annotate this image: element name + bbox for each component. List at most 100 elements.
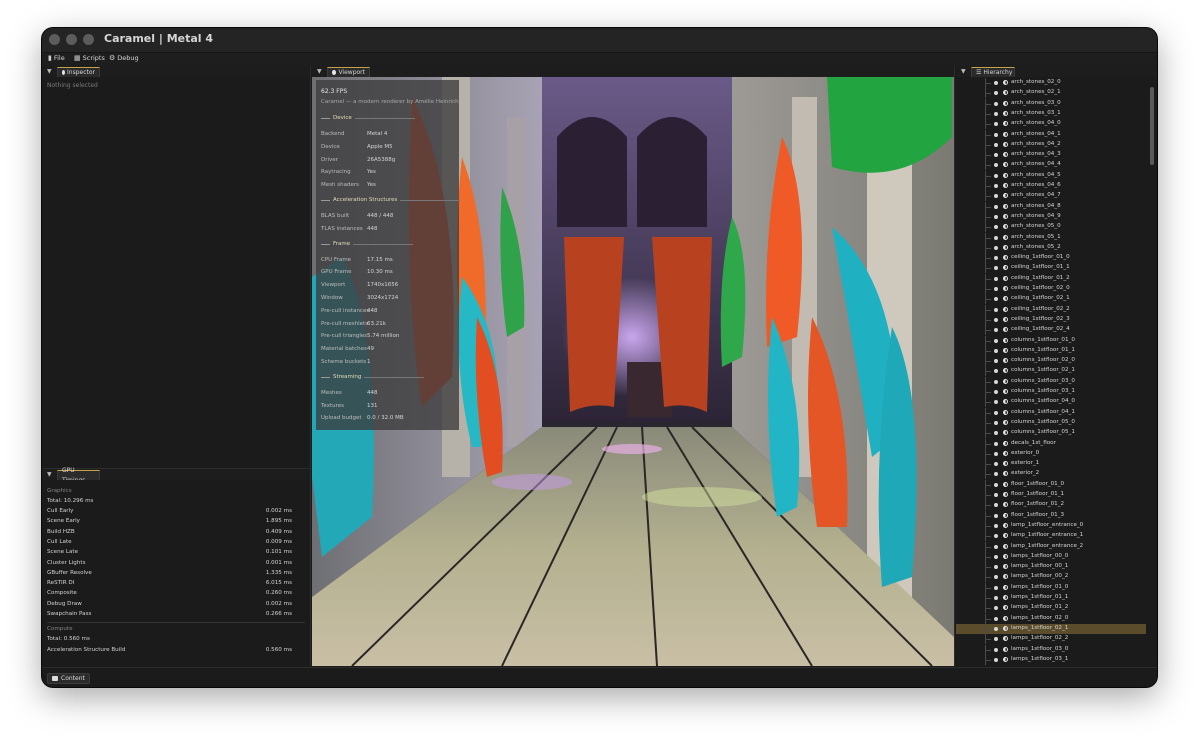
viewport-render[interactable]: 62.3 FPS Caramel — a modern renderer by … [312, 77, 954, 666]
hierarchy-item[interactable]: lamps_1stfloor_01_0 [956, 582, 1146, 593]
hierarchy-item[interactable]: columns_1stfloor_03_0 [956, 376, 1146, 387]
splitter-left[interactable] [310, 66, 311, 666]
content-button[interactable]: Content [47, 673, 90, 684]
hierarchy-item[interactable]: columns_1stfloor_03_1 [956, 387, 1146, 397]
hierarchy-item[interactable]: lamps_1stfloor_02_1 [956, 623, 1146, 634]
tab-hierarchy-label: Hierarchy [983, 68, 1013, 76]
tab-viewport[interactable]: Viewport [327, 67, 370, 77]
hierarchy-item[interactable]: ceiling_1stfloor_01_2 [956, 273, 1146, 284]
hierarchy-item[interactable]: columns_1stfloor_01_0 [956, 335, 1146, 346]
hierarchy-item[interactable]: exterior_1 [956, 459, 1146, 470]
hierarchy-item[interactable]: arch_stones_05_1 [956, 232, 1146, 243]
hierarchy-item[interactable]: arch_stones_02_1 [956, 88, 1146, 99]
hierarchy-item[interactable]: columns_1stfloor_04_0 [956, 397, 1146, 408]
hierarchy-item[interactable]: arch_stones_04_9 [956, 211, 1146, 222]
graphics-header: Graphics [47, 488, 72, 494]
hierarchy-item[interactable]: lamps_1stfloor_02_0 [956, 613, 1146, 624]
close-window-button[interactable] [49, 34, 60, 45]
hierarchy-item[interactable]: arch_stones_04_3 [956, 150, 1146, 161]
bullet-icon [994, 235, 998, 240]
menu-debug[interactable]: ⚙ Debug [109, 54, 139, 62]
hierarchy-item[interactable]: floor_1stfloor_01_0 [956, 479, 1146, 490]
hierarchy-item[interactable]: floor_1stfloor_01_1 [956, 490, 1146, 500]
hierarchy-item[interactable]: arch_stones_04_4 [956, 160, 1146, 171]
hierarchy-item[interactable]: arch_stones_04_1 [956, 129, 1146, 140]
hierarchy-item[interactable]: ceiling_1stfloor_01_1 [956, 263, 1146, 274]
collapse-arrow-icon[interactable]: ▼ [47, 68, 52, 75]
hierarchy-item[interactable]: arch_stones_04_5 [956, 170, 1146, 181]
hierarchy-item[interactable]: lamps_1stfloor_00_0 [956, 551, 1146, 562]
hierarchy-item[interactable]: lamp_1stfloor_entrance_1 [956, 531, 1146, 542]
collapse-arrow-icon[interactable]: ▼ [47, 471, 52, 478]
hierarchy-item[interactable]: arch_stones_05_2 [956, 242, 1146, 253]
overlay-stat-value: 1 [367, 359, 371, 365]
hierarchy-item[interactable]: arch_stones_04_6 [956, 181, 1146, 191]
bullet-icon [994, 153, 998, 158]
hierarchy-item[interactable]: columns_1stfloor_02_1 [956, 366, 1146, 377]
hierarchy-item[interactable]: decals_1st_floor [956, 438, 1146, 449]
hierarchy-item[interactable]: lamps_1stfloor_02_2 [956, 634, 1146, 645]
window-title: Caramel | Metal 4 [104, 32, 214, 45]
tab-gpu-timings[interactable]: GPU Timings [57, 467, 100, 484]
hierarchy-item[interactable]: arch_stones_04_0 [956, 119, 1146, 130]
hierarchy-item[interactable]: arch_stones_02_0 [956, 78, 1146, 88]
hierarchy-item[interactable]: lamps_1stfloor_01_2 [956, 603, 1146, 614]
menu-file[interactable]: ▮ File [48, 54, 65, 62]
zoom-window-button[interactable] [83, 34, 94, 45]
tree-branch [985, 546, 991, 548]
overlay-stat-value: 0.0 / 32.0 MB [367, 415, 404, 422]
hierarchy-item[interactable]: columns_1stfloor_02_0 [956, 356, 1146, 367]
hierarchy-item[interactable]: ceiling_1stfloor_02_3 [956, 314, 1146, 325]
timing-row: ReSTIR DI 6.015 ms [47, 580, 292, 586]
hierarchy-item[interactable]: lamps_1stfloor_03_0 [956, 644, 1146, 655]
menu-scripts[interactable]: ▦ Scripts [74, 54, 105, 62]
hierarchy-item[interactable]: floor_1stfloor_01_3 [956, 510, 1146, 521]
hierarchy-item[interactable]: ceiling_1stfloor_01_0 [956, 253, 1146, 264]
overlay-stat-value: Metal 4 [367, 131, 388, 137]
minimize-window-button[interactable] [66, 34, 77, 45]
overlay-stat-value: 49 [367, 346, 374, 353]
tree-branch [985, 340, 991, 342]
hierarchy-item[interactable]: ceiling_1stfloor_02_0 [956, 284, 1146, 294]
hierarchy-item[interactable]: floor_1stfloor_01_2 [956, 500, 1146, 511]
bullet-icon [994, 616, 998, 621]
hierarchy-item-label: arch_stones_04_1 [1011, 130, 1061, 137]
gpu-timings-panel: Graphics Total: 10.296 ms Cull Early 0.00… [42, 480, 310, 666]
hierarchy-item[interactable]: lamp_1stfloor_entrance_0 [956, 520, 1146, 531]
hierarchy-item[interactable]: ceiling_1stfloor_02_1 [956, 294, 1146, 305]
hierarchy-item-label: columns_1stfloor_04_0 [1011, 398, 1075, 405]
hierarchy-item[interactable]: exterior_0 [956, 448, 1146, 459]
hierarchy-item[interactable]: arch_stones_03_0 [956, 98, 1146, 109]
timing-value: 0.001 ms [265, 559, 292, 566]
hierarchy-item[interactable]: arch_stones_04_2 [956, 139, 1146, 150]
hierarchy-item[interactable]: columns_1stfloor_05_1 [956, 428, 1146, 439]
hierarchy-item[interactable]: arch_stones_05_0 [956, 222, 1146, 233]
hierarchy-item[interactable]: lamps_1stfloor_01_1 [956, 593, 1146, 603]
hierarchy-item[interactable]: arch_stones_04_8 [956, 201, 1146, 212]
hierarchy-item[interactable]: lamps_1stfloor_00_2 [956, 572, 1146, 583]
hierarchy-item[interactable]: exterior_2 [956, 469, 1146, 480]
hierarchy-item[interactable]: columns_1stfloor_01_1 [956, 345, 1146, 356]
hierarchy-item[interactable]: ceiling_1stfloor_02_4 [956, 325, 1146, 336]
splitter-right[interactable] [954, 66, 955, 666]
hierarchy-item[interactable]: arch_stones_04_7 [956, 191, 1146, 202]
collapse-arrow-icon[interactable]: ▼ [317, 68, 322, 75]
collapse-arrow-icon[interactable]: ▼ [961, 68, 966, 75]
tab-hierarchy[interactable]: ☰ Hierarchy [971, 67, 1015, 77]
hierarchy-item[interactable]: columns_1stfloor_04_1 [956, 407, 1146, 418]
hierarchy-item[interactable]: lamps_1stfloor_03_1 [956, 654, 1146, 665]
tree-branch [985, 247, 991, 249]
hierarchy-item[interactable]: arch_stones_03_1 [956, 108, 1146, 119]
overlay-stat-value: 10.30 ms [367, 269, 393, 276]
bullet-icon [994, 513, 998, 518]
hierarchy-item[interactable]: lamp_1stfloor_entrance_2 [956, 541, 1146, 552]
hierarchy-item[interactable]: columns_1stfloor_05_0 [956, 417, 1146, 428]
hierarchy-item[interactable]: ceiling_1stfloor_02_2 [956, 304, 1146, 315]
overlay-stat-value: 448 / 448 [367, 213, 394, 219]
tree-branch [985, 83, 991, 84]
entity-icon [1003, 533, 1008, 539]
menu-bar: ▮ File ▦ Scripts ⚙ Debug [42, 53, 1157, 66]
hierarchy-scrollbar[interactable] [1150, 87, 1154, 165]
hierarchy-item[interactable]: lamps_1stfloor_00_1 [956, 562, 1146, 573]
tab-inspector[interactable]: Inspector [57, 67, 100, 77]
